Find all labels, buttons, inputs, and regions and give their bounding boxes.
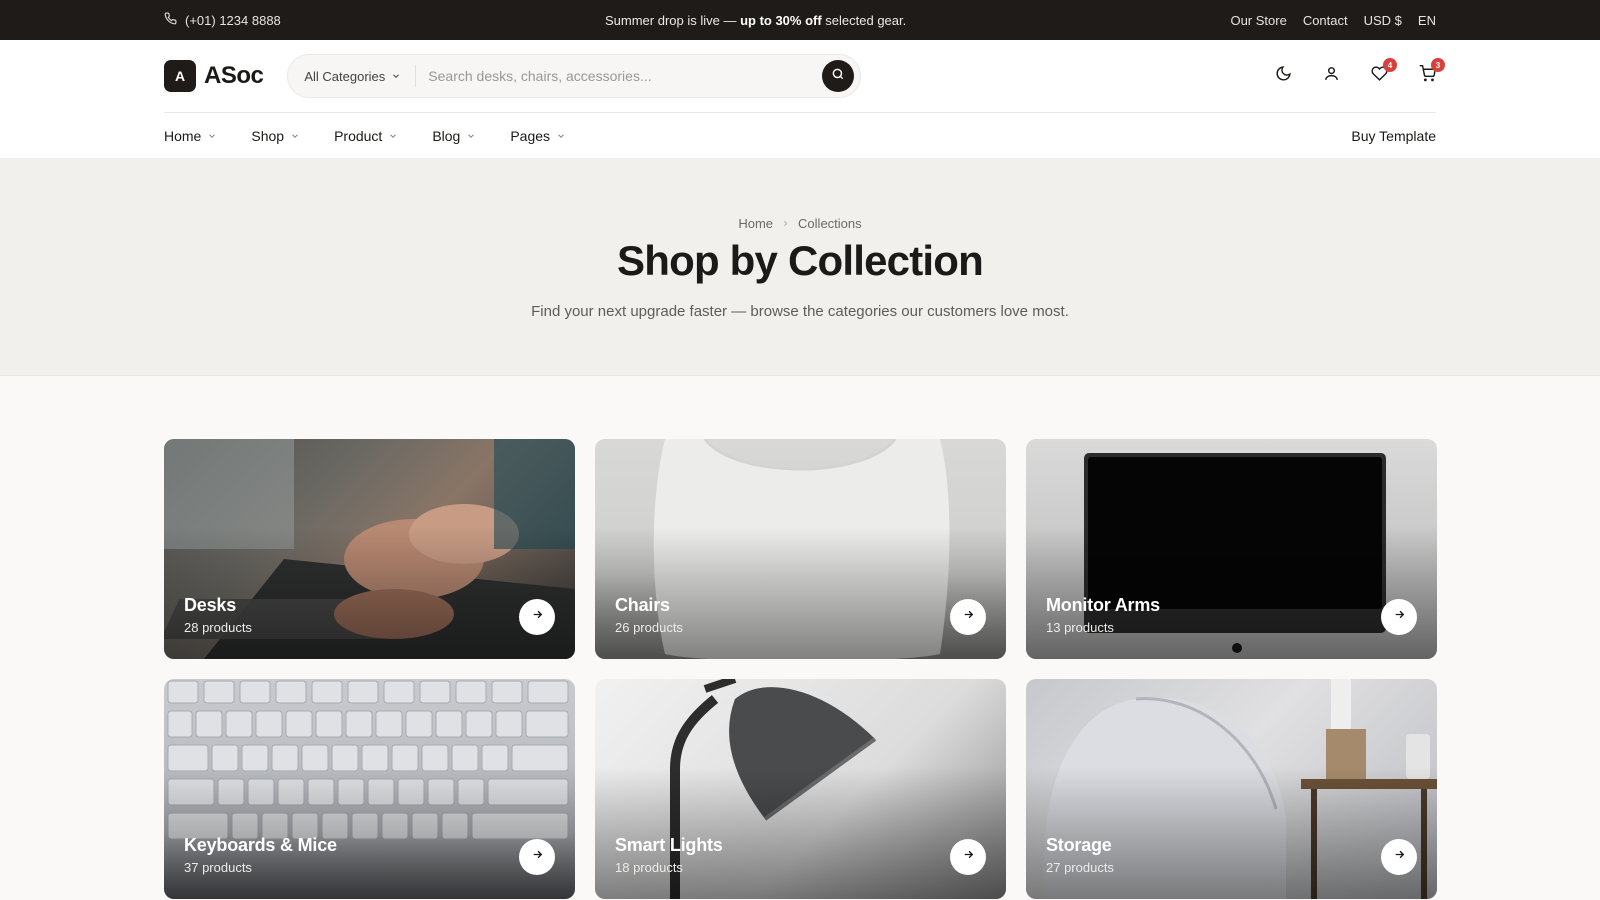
collection-card-storage[interactable]: Storage 27 products	[1026, 679, 1437, 899]
arrow-right-icon	[962, 848, 975, 866]
category-label: All Categories	[304, 68, 386, 84]
chevron-down-icon	[466, 128, 476, 144]
collection-card-desks[interactable]: Desks 28 products	[164, 439, 575, 659]
nav-item-label: Shop	[251, 127, 285, 144]
main-nav: Home Shop Product Blog Pages Buy Templat…	[164, 112, 1436, 158]
nav-item-shop[interactable]: Shop	[251, 128, 300, 144]
page-title: Shop by Collection	[617, 237, 984, 284]
collection-title: Keyboards & Mice	[184, 835, 337, 855]
collection-title: Smart Lights	[615, 835, 723, 855]
phone-icon	[164, 12, 177, 28]
collection-card-keyboards-mice[interactable]: Keyboards & Mice 37 products	[164, 679, 575, 899]
collection-card-monitor-arms[interactable]: Monitor Arms 13 products	[1026, 439, 1437, 659]
collection-arrow-button[interactable]	[950, 599, 986, 635]
nav-item-pages[interactable]: Pages	[510, 128, 566, 144]
topbar-links: Our Store Contact USD $ EN	[1230, 13, 1436, 28]
collection-arrow-button[interactable]	[1381, 839, 1417, 875]
arrow-right-icon	[1393, 848, 1406, 866]
nav-item-label: Blog	[432, 127, 461, 144]
phone-contact[interactable]: (+01) 1234 8888	[164, 12, 281, 28]
nav-item-product[interactable]: Product	[334, 128, 398, 144]
theme-toggle[interactable]	[1274, 65, 1292, 87]
collection-arrow-button[interactable]	[519, 839, 555, 875]
collection-arrow-button[interactable]	[1381, 599, 1417, 635]
arrow-right-icon	[531, 848, 544, 866]
page-subtitle: Find your next upgrade faster — browse t…	[531, 303, 1069, 320]
collection-count: 28 products	[184, 620, 252, 635]
collection-title: Monitor Arms	[1046, 595, 1160, 615]
breadcrumb: Home Collections	[0, 216, 1600, 231]
chevron-down-icon	[556, 128, 566, 144]
chevron-down-icon	[391, 69, 401, 84]
promo-suffix: selected gear.	[821, 12, 907, 28]
search-bar: All Categories	[287, 54, 862, 98]
page-hero: Home Collections Shop by Collection Find…	[0, 158, 1600, 376]
promo-banner: Summer drop is live — up to 30% off sele…	[605, 13, 906, 28]
arrow-right-icon	[531, 608, 544, 626]
collection-count: 37 products	[184, 860, 252, 875]
promo-prefix: Summer drop is live —	[604, 12, 741, 28]
chevron-down-icon	[388, 128, 398, 144]
search-icon	[831, 67, 845, 86]
currency-selector[interactable]: USD $	[1364, 13, 1402, 28]
language-selector[interactable]: EN	[1418, 13, 1436, 28]
nav-item-label: Home	[164, 127, 202, 144]
collection-info: Monitor Arms 13 products	[1046, 595, 1160, 635]
top-bar: (+01) 1234 8888 Summer drop is live — up…	[0, 0, 1600, 40]
collection-card-smart-lights[interactable]: Smart Lights 18 products	[595, 679, 1006, 899]
collection-arrow-button[interactable]	[950, 839, 986, 875]
phone-number: (+01) 1234 8888	[185, 12, 281, 28]
category-dropdown[interactable]: All Categories	[304, 65, 417, 87]
collection-info: Desks 28 products	[184, 595, 252, 635]
collection-info: Storage 27 products	[1046, 835, 1114, 875]
arrow-right-icon	[1393, 608, 1406, 626]
wishlist-count-badge: 4	[1383, 58, 1397, 72]
account-button[interactable]	[1322, 67, 1340, 85]
nav-item-label: Pages	[510, 127, 551, 144]
chevron-down-icon	[207, 128, 217, 144]
collection-info: Smart Lights 18 products	[615, 835, 723, 875]
breadcrumb-current: Collections	[798, 216, 862, 231]
moon-icon	[1275, 65, 1292, 87]
collection-arrow-button[interactable]	[519, 599, 555, 635]
promo-highlight: up to 30% off	[740, 12, 822, 28]
collection-card-chairs[interactable]: Chairs 26 products	[595, 439, 1006, 659]
main-nav-wrapper: Home Shop Product Blog Pages Buy Templat…	[0, 112, 1600, 158]
user-icon	[1323, 65, 1340, 87]
buy-template-link[interactable]: Buy Template	[1351, 128, 1436, 144]
nav-item-blog[interactable]: Blog	[432, 128, 476, 144]
collection-info: Chairs 26 products	[615, 595, 683, 635]
collection-count: 27 products	[1046, 860, 1114, 875]
collection-title: Desks	[184, 595, 237, 615]
collection-grid: Desks 28 products Chairs 26 products Mon…	[0, 376, 1600, 899]
cart-count-badge: 3	[1431, 58, 1445, 72]
nav-item-home[interactable]: Home	[164, 128, 217, 144]
search-button[interactable]	[822, 60, 855, 92]
collection-count: 26 products	[615, 620, 683, 635]
logo-mark: A	[164, 60, 196, 92]
nav-item-label: Product	[334, 127, 383, 144]
collection-info: Keyboards & Mice 37 products	[184, 835, 337, 875]
cart-button[interactable]: 3	[1418, 58, 1445, 85]
header-actions: 4 3	[1274, 58, 1445, 87]
collection-count: 13 products	[1046, 620, 1114, 635]
our-store-link[interactable]: Our Store	[1230, 13, 1286, 28]
breadcrumb-home[interactable]: Home	[738, 216, 773, 231]
collection-title: Chairs	[615, 595, 670, 615]
arrow-right-icon	[962, 608, 975, 626]
site-header: A ASoc All Categories Search desks, chai…	[0, 40, 1600, 112]
search-input[interactable]	[416, 68, 823, 84]
logo[interactable]: A ASoc	[164, 60, 264, 92]
collection-count: 18 products	[615, 860, 683, 875]
chevron-down-icon	[290, 128, 300, 144]
wishlist-button[interactable]: 4	[1370, 58, 1397, 85]
collection-title: Storage	[1046, 835, 1112, 855]
logo-text: ASoc	[204, 62, 264, 89]
contact-link[interactable]: Contact	[1303, 13, 1348, 28]
chevron-right-icon	[781, 216, 790, 231]
